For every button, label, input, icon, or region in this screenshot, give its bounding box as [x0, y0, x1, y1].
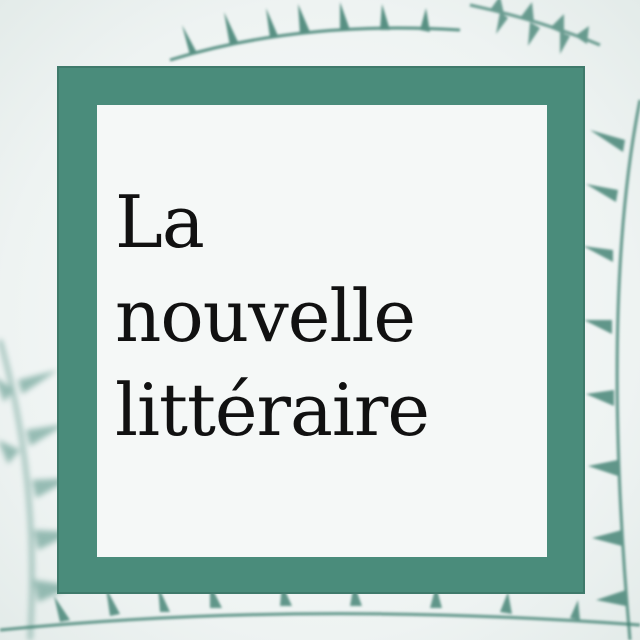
- title-line-3: littéraire: [115, 368, 430, 452]
- title-line-2: nouvelle: [115, 274, 416, 358]
- page-title: La nouvelle littéraire: [115, 175, 430, 457]
- title-frame: La nouvelle littéraire: [57, 66, 585, 594]
- title-panel: La nouvelle littéraire: [97, 105, 547, 557]
- cover-image: La nouvelle littéraire: [0, 0, 640, 640]
- title-line-1: La: [115, 180, 205, 264]
